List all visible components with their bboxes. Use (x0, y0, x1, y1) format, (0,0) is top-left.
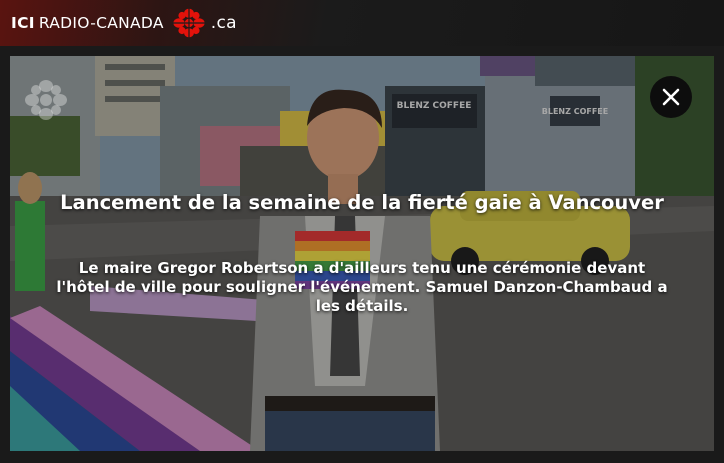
video-description: Le maire Gregor Robertson a d'ailleurs t… (56, 259, 668, 315)
brand-logo[interactable]: ICI RADIO-CANADA .ca (11, 8, 237, 38)
brand-domain: .ca (210, 13, 237, 33)
brand-ici: ICI (11, 14, 35, 32)
video-title: Lancement de la semaine de la fierté gai… (60, 191, 664, 214)
cbc-gem-icon (171, 8, 206, 38)
cbc-gem-watermark-icon (25, 80, 67, 120)
close-button[interactable] (650, 76, 692, 118)
video-dim-overlay (10, 56, 714, 451)
close-icon (662, 88, 680, 106)
site-header: ICI RADIO-CANADA .ca (0, 0, 724, 46)
video-player[interactable]: BLENZ COFFEE BLENZ COFFEE Lancement de l… (10, 56, 714, 451)
brand-name: RADIO-CANADA (38, 14, 164, 32)
